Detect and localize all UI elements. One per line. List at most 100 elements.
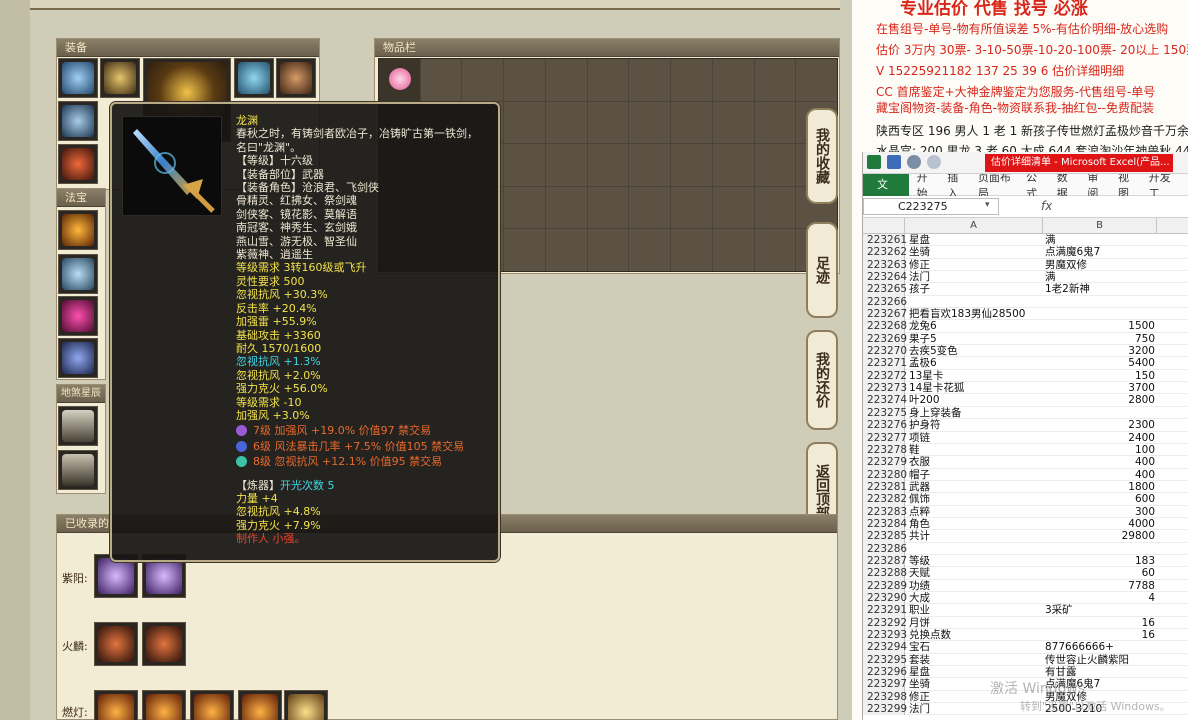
ribbon-tab[interactable]: 文件 — [863, 173, 909, 213]
xingchen-slot-2[interactable] — [58, 450, 98, 490]
sheet-row[interactable]: 223286 — [863, 542, 1188, 555]
sheet-row[interactable]: 223279 衣服 400 — [863, 456, 1188, 469]
row-number[interactable]: 223265 — [863, 283, 907, 296]
sheet-row[interactable]: 223291 职业 3采矿 — [863, 604, 1188, 617]
cell-a[interactable]: 法门 — [909, 703, 930, 715]
row-number[interactable]: 223280 — [863, 468, 907, 481]
row-number[interactable]: 223286 — [863, 542, 907, 555]
sheet-row[interactable]: 223288 天赋 60 — [863, 567, 1188, 580]
row-number[interactable]: 223297 — [863, 678, 907, 691]
cell-a[interactable]: 佩饰 — [909, 493, 930, 505]
row-number[interactable]: 223268 — [863, 320, 907, 333]
sheet-row[interactable]: 223264 法门 满 — [863, 271, 1188, 284]
cell-b-number[interactable]: 29800 — [1045, 530, 1155, 542]
cell-b-number[interactable]: 1500 — [1045, 320, 1155, 332]
sheet-row[interactable]: 223296 星盘 有甘露 — [863, 666, 1188, 679]
cell-a[interactable]: 项链 — [909, 432, 930, 444]
my-offer-button[interactable]: 我的还价 — [806, 330, 838, 430]
cell-a[interactable]: 龙兔6 — [909, 320, 937, 332]
sheet-row[interactable]: 223280 帽子 400 — [863, 468, 1188, 481]
cell-a[interactable]: 星盘 — [909, 234, 930, 246]
footprint-button[interactable]: 足迹 — [806, 222, 838, 318]
equip-slot-armor[interactable] — [234, 58, 274, 98]
cell-b[interactable]: 有甘露 — [1045, 666, 1155, 678]
sheet-row[interactable]: 223267 把看盲欢183男仙28500 — [863, 308, 1188, 321]
equip-slot-weapon[interactable] — [58, 101, 98, 141]
cell-b-number[interactable]: 150 — [1045, 370, 1155, 382]
cell-b-number[interactable]: 400 — [1045, 456, 1155, 468]
row-number[interactable]: 223264 — [863, 271, 907, 284]
cell-b-number[interactable]: 1800 — [1045, 481, 1155, 493]
row-number[interactable]: 223266 — [863, 295, 907, 309]
equip-slot-shoes[interactable] — [58, 144, 98, 184]
row-number[interactable]: 223285 — [863, 530, 907, 543]
cell-b-number[interactable]: 5400 — [1045, 357, 1155, 369]
sheet-row[interactable]: 223276 护身符 2300 — [863, 419, 1188, 432]
cell-b[interactable]: 男魔双修 — [1045, 259, 1155, 271]
row-number[interactable]: 223293 — [863, 629, 907, 642]
col-header-b[interactable]: B — [1043, 218, 1157, 234]
cell-b-number[interactable]: 16 — [1045, 617, 1155, 629]
cell-b-number[interactable]: 100 — [1045, 444, 1155, 456]
sheet-row[interactable]: 223265 孩子 1老2新神 — [863, 283, 1188, 296]
row-number[interactable]: 223263 — [863, 258, 907, 272]
row-number[interactable]: 223270 — [863, 345, 907, 358]
cell-b-number[interactable]: 4 — [1045, 592, 1155, 604]
row-number[interactable]: 223284 — [863, 517, 907, 531]
cell-b-number[interactable]: 750 — [1045, 333, 1155, 345]
cell-a[interactable]: 坐骑 — [909, 246, 930, 258]
chevron-down-icon[interactable]: ▾ — [985, 200, 990, 210]
cell-a[interactable]: 共计 — [909, 530, 930, 542]
cell-a[interactable]: 叶200 — [909, 394, 940, 406]
redo-icon[interactable] — [927, 155, 941, 169]
sheet-row[interactable]: 223263 修正 男魔双修 — [863, 258, 1188, 272]
row-number[interactable]: 223290 — [863, 591, 907, 605]
row-number[interactable]: 223283 — [863, 505, 907, 518]
cell-a[interactable]: 大成 — [909, 592, 930, 604]
cell-a[interactable]: 职业 — [909, 604, 930, 616]
cell-b[interactable]: 877666666+ — [1045, 641, 1155, 653]
cell-b-number[interactable]: 2400 — [1045, 432, 1155, 444]
cell-b[interactable]: 满 — [1045, 271, 1155, 283]
favorites-button[interactable]: 我的收藏 — [806, 108, 838, 204]
cell-a[interactable]: 护身符 — [909, 419, 941, 431]
undo-icon[interactable] — [907, 155, 921, 169]
cell-a[interactable]: 把看盲欢183男仙28500 — [909, 308, 1025, 320]
cell-a[interactable]: 武器 — [909, 481, 930, 493]
fabao-slot-4[interactable] — [58, 338, 98, 378]
row-number[interactable]: 223291 — [863, 604, 907, 617]
row-number[interactable]: 223275 — [863, 406, 907, 420]
cell-b-number[interactable]: 3700 — [1045, 382, 1155, 394]
cell-a[interactable]: 功绩 — [909, 580, 930, 592]
cell-a[interactable]: 修正 — [909, 691, 930, 703]
equip-slot-belt[interactable] — [276, 58, 316, 98]
cell-b[interactable]: 传世容止火麟紫阳 — [1045, 654, 1155, 666]
cell-b[interactable]: 3采矿 — [1045, 604, 1155, 616]
corner-cell[interactable] — [863, 218, 905, 234]
bag-slot-1[interactable] — [379, 59, 420, 101]
sheet-row[interactable]: 223294 宝石 877666666+ — [863, 641, 1188, 654]
row-number[interactable]: 223287 — [863, 554, 907, 568]
cell-a[interactable]: 果子5 — [909, 333, 937, 345]
row-number[interactable]: 223269 — [863, 332, 907, 346]
sheet-row[interactable]: 223270 去疾5变色 3200 — [863, 345, 1188, 358]
row-number[interactable]: 223299 — [863, 703, 907, 716]
row-number[interactable]: 223271 — [863, 357, 907, 370]
row-number[interactable]: 223282 — [863, 493, 907, 506]
cell-a[interactable]: 角色 — [909, 518, 930, 530]
cell-a[interactable]: 孩子 — [909, 283, 930, 295]
sheet-row[interactable]: 223278 鞋 100 — [863, 443, 1188, 457]
cell-b[interactable]: 1老2新神 — [1045, 283, 1155, 295]
sheet-row[interactable]: 223275 身上穿装备 — [863, 406, 1188, 420]
cell-a[interactable]: 14星卡花狐 — [909, 382, 964, 394]
col-header-a[interactable]: A — [905, 218, 1043, 234]
row-number[interactable]: 223289 — [863, 579, 907, 592]
sheet-row[interactable]: 223262 坐骑 点满魔6鬼7 — [863, 246, 1188, 259]
sheet-row[interactable]: 223269 果子5 750 — [863, 332, 1188, 346]
sheet-row[interactable]: 223283 点粹 300 — [863, 505, 1188, 518]
sheet-row[interactable]: 223272 13星卡 150 — [863, 369, 1188, 383]
equip-slot-helmet[interactable] — [58, 58, 98, 98]
sheet-rows[interactable]: 223261 星盘满 223262 坐骑 点满魔6鬼7 223263 修正 男魔双修 22326… — [863, 234, 1188, 716]
sheet-row[interactable]: 223261 星盘 满 — [863, 234, 1188, 247]
cell-b-number[interactable]: 300 — [1045, 506, 1155, 518]
